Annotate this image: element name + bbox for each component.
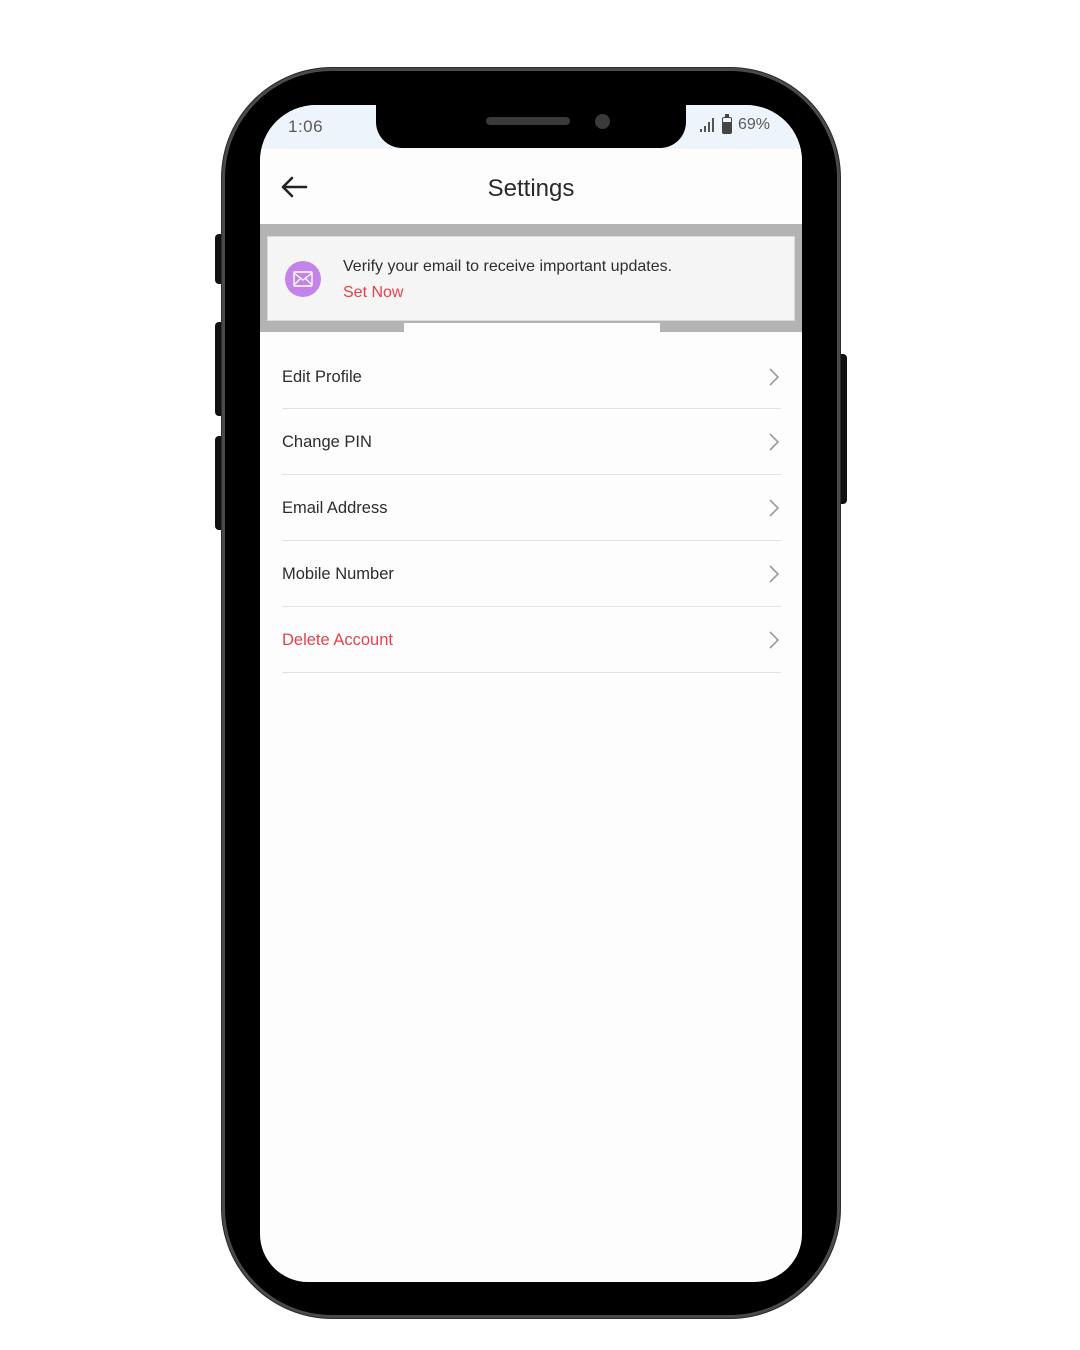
menu-item-label: Email Address: [282, 499, 388, 517]
battery-icon: [721, 113, 732, 134]
set-now-link[interactable]: Set Now: [343, 284, 403, 302]
chevron-right-icon: [769, 498, 779, 517]
chevron-right-icon: [769, 564, 779, 583]
menu-item-label: Edit Profile: [282, 368, 362, 386]
page-title: Settings: [487, 175, 575, 202]
menu-item-label: Mobile Number: [282, 565, 394, 583]
chevron-right-icon: [769, 367, 779, 386]
banner-gap: [404, 323, 660, 332]
camera-lens: [595, 114, 610, 129]
chevron-right-icon: [769, 432, 779, 451]
menu-item-email-address[interactable]: Email Address: [282, 475, 781, 541]
menu-item-change-pin[interactable]: Change PIN: [282, 409, 781, 475]
banner-overlay: Verify your email to receive important u…: [260, 224, 802, 332]
chevron-right-icon: [769, 630, 779, 649]
menu-item-label: Delete Account: [282, 631, 393, 649]
menu-item-edit-profile[interactable]: Edit Profile: [282, 345, 781, 409]
banner-message: Verify your email to receive important u…: [343, 258, 673, 275]
menu-item-mobile-number[interactable]: Mobile Number: [282, 541, 781, 607]
app-header: Settings: [260, 149, 802, 225]
mail-icon: [285, 261, 321, 297]
signal-icon: [699, 118, 716, 132]
phone-screen: 1:06 69% Settings Verify your email to r…: [260, 105, 802, 1282]
menu-item-label: Change PIN: [282, 433, 372, 451]
settings-menu: Edit Profile Change PIN Email Address Mo…: [282, 345, 781, 673]
status-time: 1:06: [288, 117, 324, 136]
verify-email-banner: Verify your email to receive important u…: [267, 236, 795, 321]
notch: [376, 105, 686, 148]
menu-item-delete-account[interactable]: Delete Account: [282, 607, 781, 673]
status-indicators: 69%: [699, 113, 770, 134]
speaker-grille: [486, 117, 570, 125]
battery-percent: 69%: [737, 116, 770, 133]
